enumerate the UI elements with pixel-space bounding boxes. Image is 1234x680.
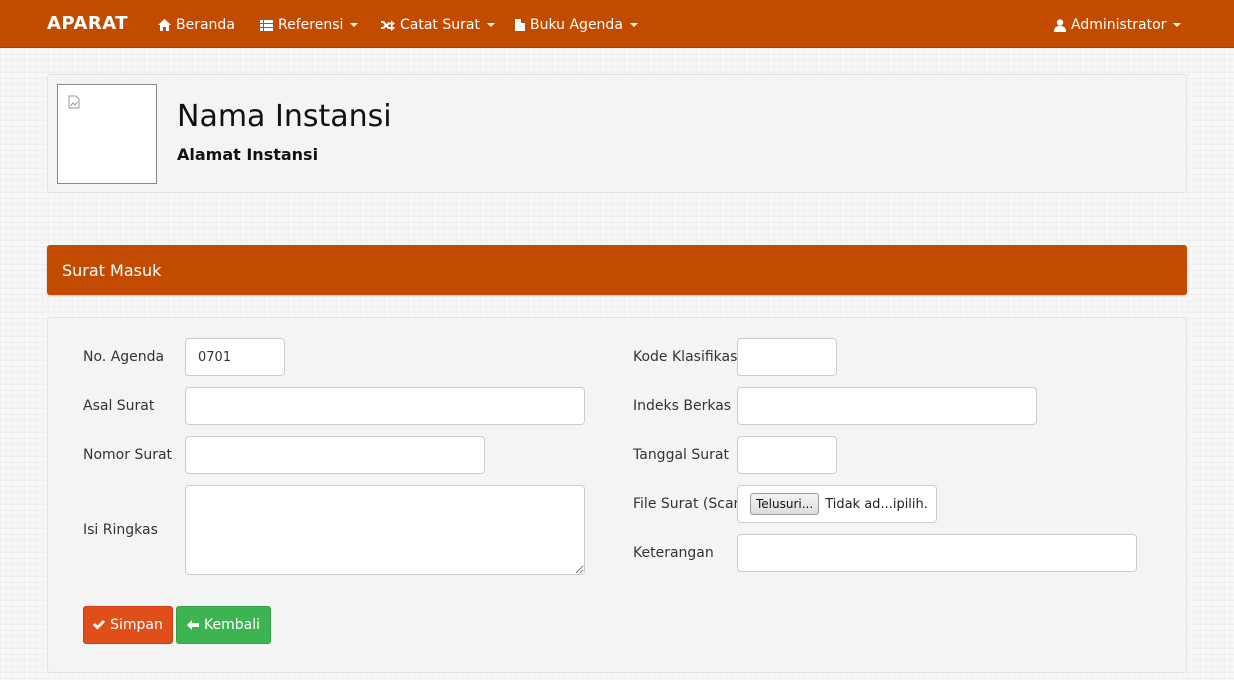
- file-surat-label: File Surat (Scan): [633, 496, 748, 512]
- browse-button[interactable]: Telusuri...: [750, 493, 820, 515]
- keterangan-input[interactable]: [737, 534, 1137, 572]
- file-surat-input[interactable]: Telusuri... Tidak ad...ipilih.: [737, 485, 937, 523]
- top-navbar: APARAT Beranda Referensi Catat Surat Buk…: [0, 0, 1234, 48]
- nav-label: Beranda: [176, 17, 235, 33]
- broken-image-icon: [68, 95, 80, 109]
- user-icon: [1054, 18, 1066, 32]
- nav-item-buku-agenda[interactable]: Buku Agenda: [515, 15, 638, 35]
- caret-down-icon: [486, 23, 495, 27]
- asal-surat-input[interactable]: [185, 387, 585, 425]
- asal-surat-label: Asal Surat: [83, 398, 155, 414]
- institution-logo: [57, 84, 157, 184]
- brand-logo[interactable]: APARAT: [47, 13, 128, 34]
- home-icon: [158, 19, 171, 31]
- nav-label: Buku Agenda: [530, 17, 623, 33]
- nav-label: Catat Surat: [400, 17, 480, 33]
- section-title: Surat Masuk: [62, 261, 162, 280]
- arrow-left-icon: [187, 620, 199, 630]
- keterangan-label: Keterangan: [633, 545, 714, 561]
- institution-name: Nama Instansi: [177, 99, 392, 134]
- institution-address: Alamat Instansi: [177, 145, 319, 164]
- isi-ringkas-textarea[interactable]: [185, 485, 585, 575]
- institution-header: Nama Instansi Alamat Instansi: [47, 74, 1187, 193]
- indeks-berkas-input[interactable]: [737, 387, 1037, 425]
- shuffle-icon: [381, 20, 395, 31]
- nav-label: Referensi: [278, 17, 344, 33]
- section-header: Surat Masuk: [47, 245, 1187, 295]
- save-button[interactable]: Simpan: [83, 606, 173, 644]
- kode-klasifikasi-input[interactable]: [737, 338, 837, 376]
- file-status: Tidak ad...ipilih.: [825, 496, 928, 512]
- kode-klasifikasi-label: Kode Klasifikasi: [633, 349, 742, 365]
- back-button[interactable]: Kembali: [176, 606, 271, 644]
- caret-down-icon: [350, 23, 359, 27]
- file-icon: [515, 19, 525, 31]
- nav-item-referensi[interactable]: Referensi: [260, 15, 359, 35]
- save-label: Simpan: [110, 617, 163, 633]
- caret-down-icon: [1173, 23, 1182, 27]
- isi-ringkas-label: Isi Ringkas: [83, 522, 158, 538]
- list-icon: [260, 19, 273, 31]
- nav-item-catat-surat[interactable]: Catat Surat: [381, 15, 495, 35]
- nomor-surat-input[interactable]: [185, 436, 485, 474]
- indeks-berkas-label: Indeks Berkas: [633, 398, 732, 414]
- nomor-surat-label: Nomor Surat: [83, 447, 173, 463]
- surat-masuk-form: No. Agenda Asal Surat Nomor Surat Isi Ri…: [47, 317, 1187, 673]
- caret-down-icon: [629, 23, 638, 27]
- nav-label: Administrator: [1071, 17, 1167, 33]
- check-icon: [93, 620, 106, 630]
- tanggal-surat-input[interactable]: [737, 436, 837, 474]
- nav-item-beranda[interactable]: Beranda: [158, 15, 235, 35]
- no-agenda-input[interactable]: [185, 338, 285, 376]
- nav-user-menu[interactable]: Administrator: [1054, 15, 1182, 35]
- tanggal-surat-label: Tanggal Surat: [633, 447, 729, 463]
- back-label: Kembali: [204, 617, 260, 633]
- no-agenda-label: No. Agenda: [83, 349, 165, 365]
